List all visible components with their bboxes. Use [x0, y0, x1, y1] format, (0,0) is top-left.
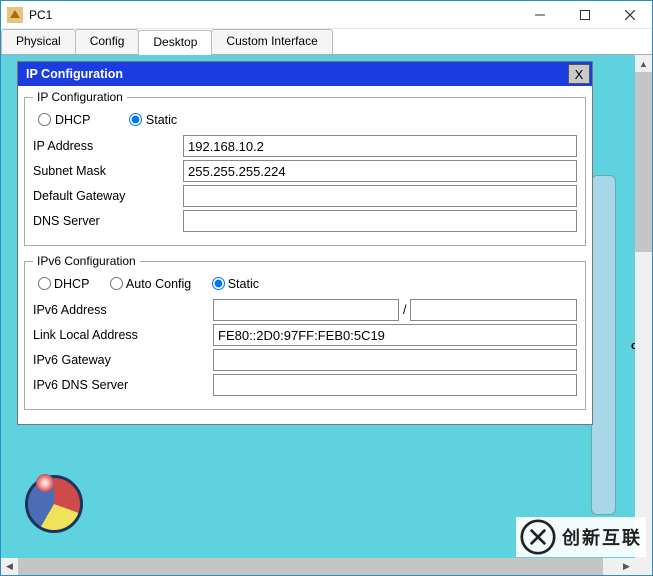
desktop-area: or IP Configuration X IP Configuration D…	[1, 55, 652, 575]
main-window: PC1 Physical Config Desktop Custom Inter…	[0, 0, 653, 576]
vertical-scrollbar[interactable]: ▲ ▼	[635, 55, 652, 575]
window-title: PC1	[29, 8, 517, 22]
scroll-right-arrow-icon[interactable]: ▶	[618, 558, 635, 575]
ipv6-dhcp-option[interactable]: DHCP	[33, 277, 89, 291]
dns-server-label: DNS Server	[33, 214, 183, 228]
scroll-thumb-horizontal[interactable]	[18, 558, 603, 575]
brand-watermark: 创新互联	[516, 517, 646, 557]
ipv6-dns-input[interactable]	[213, 374, 577, 396]
link-local-label: Link Local Address	[33, 328, 213, 342]
ipv6-autoconfig-radio[interactable]	[110, 277, 123, 290]
tab-physical[interactable]: Physical	[1, 29, 76, 54]
link-local-input[interactable]	[213, 324, 577, 346]
scroll-corner	[635, 558, 652, 575]
ipv6-dhcp-radio[interactable]	[38, 277, 51, 290]
ipv4-legend: IP Configuration	[33, 90, 127, 104]
ipv6-address-input[interactable]	[213, 299, 399, 321]
dns-server-input[interactable]	[183, 210, 577, 232]
default-gateway-label: Default Gateway	[33, 189, 183, 203]
ipv6-autoconfig-option[interactable]: Auto Config	[105, 277, 191, 291]
background-panel-fragment	[591, 175, 616, 515]
ipv4-group: IP Configuration DHCP Static IP Address …	[24, 90, 586, 246]
ipv6-gateway-label: IPv6 Gateway	[33, 353, 213, 367]
dialog-title: IP Configuration	[26, 67, 123, 81]
scroll-left-arrow-icon[interactable]: ◀	[1, 558, 18, 575]
ipv6-prefix-separator: /	[399, 303, 410, 317]
ipv4-static-option[interactable]: Static	[124, 113, 177, 127]
tab-config[interactable]: Config	[75, 29, 140, 54]
maximize-button[interactable]	[562, 1, 607, 29]
app-icon	[7, 7, 23, 23]
brand-text: 创新互联	[562, 524, 642, 550]
default-gateway-input[interactable]	[183, 185, 577, 207]
ip-address-input[interactable]	[183, 135, 577, 157]
brand-logo-icon	[520, 519, 556, 555]
ipv6-static-radio[interactable]	[212, 277, 225, 290]
ipv4-dhcp-option[interactable]: DHCP	[33, 113, 90, 127]
ip-address-label: IP Address	[33, 139, 183, 153]
ipv6-static-option[interactable]: Static	[207, 277, 259, 291]
scroll-up-arrow-icon[interactable]: ▲	[635, 55, 652, 72]
ipv6-address-label: IPv6 Address	[33, 303, 213, 317]
desktop-icon-ipconfig[interactable]	[25, 475, 83, 533]
scroll-thumb-vertical[interactable]	[635, 72, 652, 252]
ip-configuration-dialog: IP Configuration X IP Configuration DHCP…	[17, 61, 593, 425]
ipv6-group: IPv6 Configuration DHCP Auto Config Stat…	[24, 254, 586, 410]
ipv4-static-radio[interactable]	[129, 113, 142, 126]
dialog-close-button[interactable]: X	[568, 64, 590, 84]
ipv6-gateway-input[interactable]	[213, 349, 577, 371]
ipv4-dhcp-radio[interactable]	[38, 113, 51, 126]
piechart-icon	[25, 475, 83, 533]
tab-desktop[interactable]: Desktop	[138, 30, 212, 55]
dialog-header: IP Configuration X	[18, 62, 592, 86]
ipv6-dns-label: IPv6 DNS Server	[33, 378, 213, 392]
titlebar: PC1	[1, 1, 652, 29]
tab-bar: Physical Config Desktop Custom Interface	[1, 29, 652, 55]
ipv6-legend: IPv6 Configuration	[33, 254, 140, 268]
close-button[interactable]	[607, 1, 652, 29]
subnet-mask-input[interactable]	[183, 160, 577, 182]
tab-custom-interface[interactable]: Custom Interface	[211, 29, 332, 54]
ipv6-prefix-input[interactable]	[410, 299, 577, 321]
horizontal-scrollbar[interactable]: ◀ ▶	[1, 558, 635, 575]
subnet-mask-label: Subnet Mask	[33, 164, 183, 178]
minimize-button[interactable]	[517, 1, 562, 29]
